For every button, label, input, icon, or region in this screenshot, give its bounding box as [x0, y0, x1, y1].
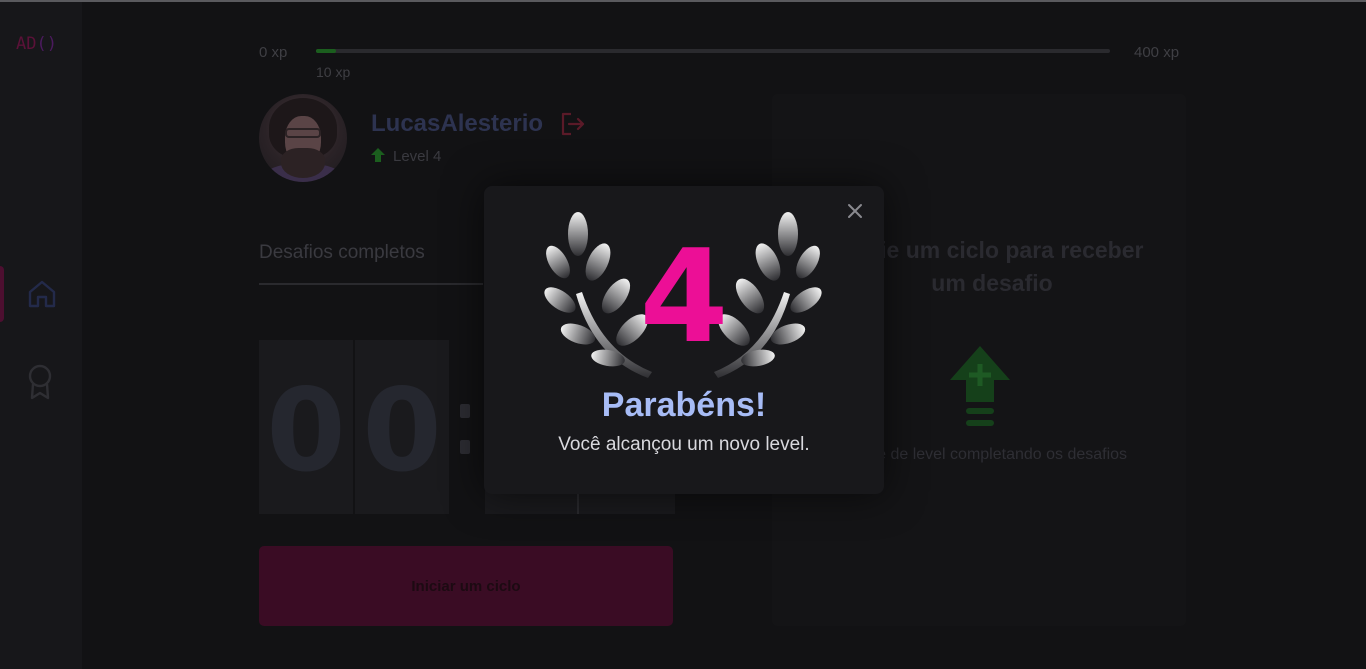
- close-icon: [848, 204, 862, 218]
- modal-title: Parabéns!: [601, 386, 767, 424]
- close-button[interactable]: [844, 200, 866, 222]
- modal-subtitle: Você alcançou um novo level.: [558, 434, 810, 455]
- level-up-modal: 4 Parabéns! Você alcançou um novo level.: [484, 186, 884, 494]
- new-level-number: 4: [639, 223, 729, 372]
